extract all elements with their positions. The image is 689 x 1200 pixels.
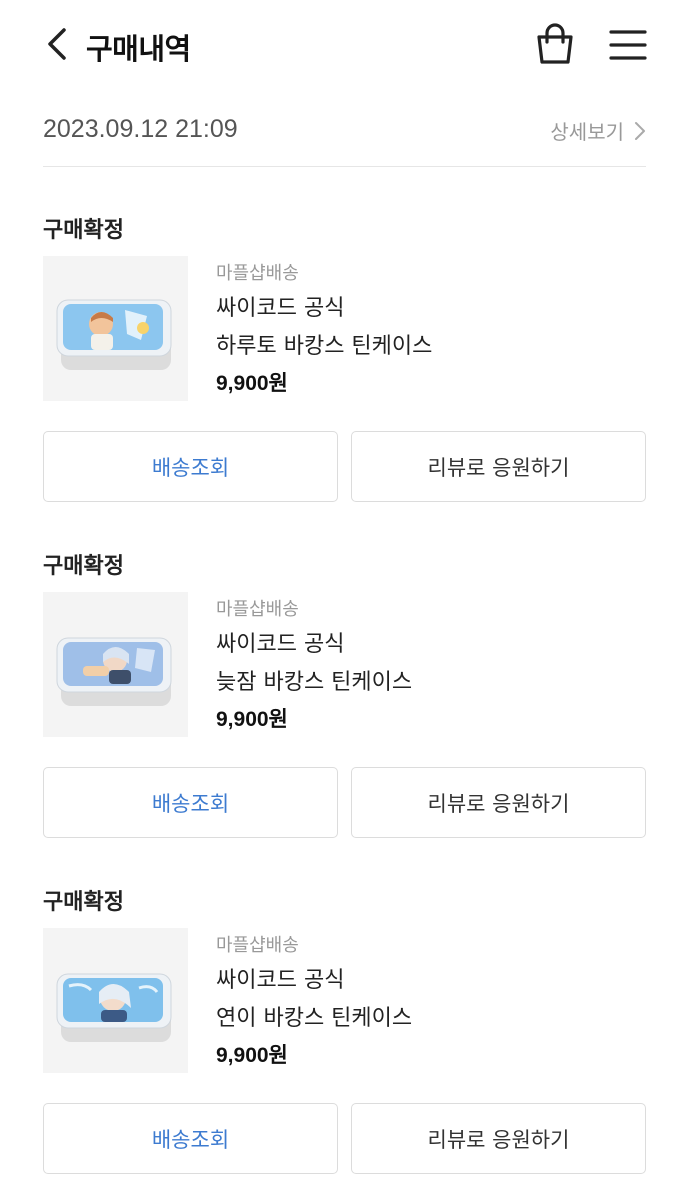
order-item: 구매확정 마플샵배송 싸이코드 공식 늦잠 바캉스 틴케이스 9,900원 배송… xyxy=(43,548,646,848)
app-header: 구매내역 xyxy=(0,0,689,90)
item-brand: 싸이코드 공식 xyxy=(216,968,345,993)
hamburger-menu-icon xyxy=(609,30,647,60)
item-status: 구매확정 xyxy=(43,890,124,915)
order-date: 2023.09.12 21:09 xyxy=(43,115,238,143)
order-item: 구매확정 마플샵배송 싸이코드 공식 하루토 바캉스 틴케이스 9,900원 배… xyxy=(43,212,646,512)
item-name: 연이 바캉스 틴케이스 xyxy=(216,1006,413,1031)
write-review-button[interactable]: 리뷰로 응원하기 xyxy=(351,767,646,838)
item-price: 9,900원 xyxy=(216,372,288,395)
item-info[interactable]: 마플샵배송 싸이코드 공식 하루토 바캉스 틴케이스 9,900원 xyxy=(216,262,432,398)
item-actions: 배송조회 리뷰로 응원하기 xyxy=(43,431,646,502)
back-button[interactable] xyxy=(40,24,76,64)
product-thumbnail[interactable] xyxy=(43,928,188,1073)
item-shipping-type: 마플샵배송 xyxy=(216,599,299,620)
chevron-left-icon xyxy=(48,28,66,60)
item-actions: 배송조회 리뷰로 응원하기 xyxy=(43,767,646,838)
item-info[interactable]: 마플샵배송 싸이코드 공식 늦잠 바캉스 틴케이스 9,900원 xyxy=(216,598,412,734)
item-shipping-type: 마플샵배송 xyxy=(216,935,299,956)
view-details-label: 상세보기 xyxy=(550,120,624,144)
product-thumbnail[interactable] xyxy=(43,256,188,401)
track-delivery-button[interactable]: 배송조회 xyxy=(43,1103,338,1174)
view-details-link[interactable]: 상세보기 xyxy=(550,116,646,145)
item-name: 하루토 바캉스 틴케이스 xyxy=(216,334,433,359)
track-delivery-button[interactable]: 배송조회 xyxy=(43,767,338,838)
item-status: 구매확정 xyxy=(43,554,124,579)
item-price: 9,900원 xyxy=(216,708,288,731)
item-name: 늦잠 바캉스 틴케이스 xyxy=(216,670,413,695)
page-title: 구매내역 xyxy=(86,32,191,66)
order-item: 구매확정 마플샵배송 싸이코드 공식 연이 바캉스 틴케이스 9,900원 배송… xyxy=(43,884,646,1184)
tin-case-image xyxy=(56,299,172,370)
chevron-right-icon xyxy=(635,121,645,140)
item-info[interactable]: 마플샵배송 싸이코드 공식 연이 바캉스 틴케이스 9,900원 xyxy=(216,934,412,1070)
tin-case-image xyxy=(56,973,172,1042)
product-thumbnail[interactable] xyxy=(43,592,188,737)
menu-button[interactable] xyxy=(606,22,650,68)
item-brand: 싸이코드 공식 xyxy=(216,296,345,321)
write-review-button[interactable]: 리뷰로 응원하기 xyxy=(351,1103,646,1174)
tin-case-image xyxy=(56,637,172,706)
track-delivery-button[interactable]: 배송조회 xyxy=(43,431,338,502)
order-header: 2023.09.12 21:09 상세보기 xyxy=(43,100,646,167)
write-review-button[interactable]: 리뷰로 응원하기 xyxy=(351,431,646,502)
item-price: 9,900원 xyxy=(216,1044,288,1067)
cart-button[interactable] xyxy=(532,22,578,68)
item-brand: 싸이코드 공식 xyxy=(216,632,345,657)
shopping-bag-icon xyxy=(537,23,573,64)
item-status: 구매확정 xyxy=(43,218,124,243)
item-actions: 배송조회 리뷰로 응원하기 xyxy=(43,1103,646,1174)
item-shipping-type: 마플샵배송 xyxy=(216,263,299,284)
